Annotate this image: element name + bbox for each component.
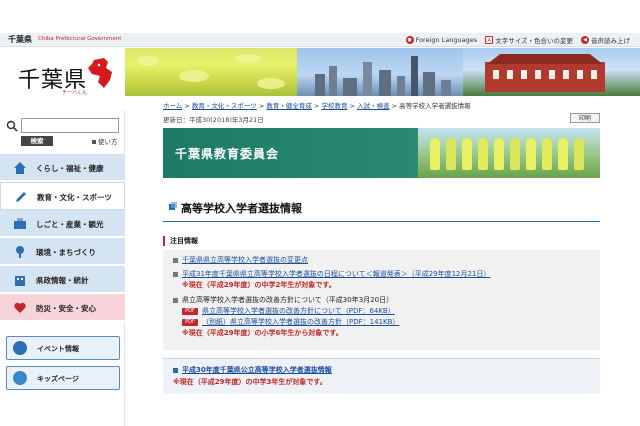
arrow-icon bbox=[173, 367, 178, 373]
nav-item-label: 環境・まちづくり bbox=[36, 248, 96, 257]
pdf-link[interactable]: （別紙）県立高等学校入学者選抜の改善方針（PDF：141KB） bbox=[202, 318, 399, 326]
item-link[interactable]: 千葉県県立高等学校入学者選抜の変更点 bbox=[182, 256, 308, 264]
bullet-icon bbox=[173, 297, 178, 303]
nav-item-education[interactable]: 教育・文化・スポーツ bbox=[0, 182, 125, 210]
pencil-icon bbox=[16, 192, 26, 202]
nav-item-safety[interactable]: 防災・安全・安心 bbox=[0, 294, 125, 322]
item-note: ※現在（平成29年度）の中学3年生が対象です。 bbox=[173, 378, 327, 386]
historic-building-image bbox=[463, 48, 640, 96]
page-title-wrap: 高等学校入学者選抜情報 bbox=[163, 196, 600, 222]
breadcrumb: ホーム > 教育・文化・スポーツ > 教育・健全育成 > 学校教育 > 入試・検… bbox=[163, 102, 471, 110]
list-item: 県立高等学校入学者選抜の改善方針について（平成30年3月20日） bbox=[173, 295, 393, 305]
title-marker-icon bbox=[169, 202, 177, 210]
pdf-icon: PDF bbox=[182, 307, 198, 315]
heart-icon bbox=[14, 302, 26, 313]
text-size-link[interactable]: A 文字サイズ・色合いの変更 bbox=[485, 35, 573, 45]
pdf-link[interactable]: 県立高等学校入学者選抜の改善方針について（PDF：64KB） bbox=[202, 307, 395, 315]
page-title: 高等学校入学者選抜情報 bbox=[181, 202, 302, 215]
events-label: イベント情報 bbox=[37, 345, 79, 353]
bullet-icon bbox=[173, 257, 178, 263]
foreign-languages-link[interactable]: ● Foreign Languages bbox=[405, 35, 477, 45]
rapeseed-field-image bbox=[125, 48, 297, 96]
pdf-icon: PDF bbox=[182, 318, 198, 326]
building-icon bbox=[15, 276, 25, 286]
nav-item-label: しごと・産業・観光 bbox=[36, 220, 104, 229]
events-button[interactable]: イベント情報 bbox=[6, 336, 120, 360]
nav-item-label: 県政情報・統計 bbox=[36, 276, 89, 285]
page: 千葉県 Chiba Prefectural Government ● Foreig… bbox=[0, 0, 640, 426]
tree-icon bbox=[16, 246, 24, 258]
item-title: 県立高等学校入学者選抜の改善方針について bbox=[182, 296, 322, 304]
search-icon bbox=[6, 120, 18, 132]
notice-heading: 注目情報 bbox=[163, 236, 198, 246]
top-bar: 千葉県 Chiba Prefectural Government ● Foreig… bbox=[0, 33, 640, 47]
breadcrumb-education[interactable]: 教育・健全育成 bbox=[266, 102, 312, 110]
top-links: ● Foreign Languages A 文字サイズ・色合いの変更 ◀ 音声読み上げ bbox=[405, 35, 630, 45]
house-icon bbox=[14, 162, 26, 174]
nav-item-label: 防災・安全・安心 bbox=[36, 304, 96, 313]
item-note: ※現在（平成29年度）の中学2年生が対象です。 bbox=[182, 281, 336, 289]
kids-label: キッズページ bbox=[37, 375, 79, 383]
breadcrumb-home[interactable]: ホーム bbox=[163, 102, 182, 110]
pdf-item: PDF 県立高等学校入学者選抜の改善方針について（PDF：64KB） bbox=[182, 306, 395, 316]
nav-item-government[interactable]: 県政情報・統計 bbox=[0, 266, 125, 294]
nav-item-environment[interactable]: 環境・まちづくり bbox=[0, 238, 125, 266]
globe-icon: ● bbox=[405, 36, 414, 44]
main-content: ホーム > 教育・文化・スポーツ > 教育・健全育成 > 学校教育 > 入試・検… bbox=[155, 96, 605, 426]
category-nav: くらし・福祉・健康 教育・文化・スポーツ しごと・産業・観光 環境・まちづくり … bbox=[0, 154, 125, 322]
city-skyline-image bbox=[297, 48, 463, 96]
updated-date: 更新日：平成30(2018)年3月21日 bbox=[163, 116, 264, 124]
nav-item-work[interactable]: しごと・産業・観光 bbox=[0, 210, 125, 238]
breadcrumb-exam[interactable]: 入試・検査 bbox=[357, 102, 390, 110]
list-item: 平成30年度千葉県公立高等学校入学者選抜情報 bbox=[173, 365, 332, 375]
usage-link[interactable]: 使い方 bbox=[92, 136, 118, 146]
board-title: 千葉県教育委員会 bbox=[175, 147, 280, 161]
briefcase-icon bbox=[14, 218, 26, 229]
nav-item-label: くらし・福祉・健康 bbox=[36, 164, 104, 173]
calendar-icon bbox=[13, 341, 27, 355]
board-banner: 千葉県教育委員会 bbox=[163, 128, 600, 178]
logo[interactable]: 千葉県 チーバくん bbox=[0, 48, 125, 110]
speech-link[interactable]: ◀ 音声読み上げ bbox=[581, 35, 630, 45]
nav-item-label: 教育・文化・スポーツ bbox=[37, 193, 112, 202]
chiba-kun-icon bbox=[88, 58, 112, 88]
list-item: 千葉県県立高等学校入学者選抜の変更点 bbox=[173, 255, 308, 265]
nav-item-life[interactable]: くらし・福祉・健康 bbox=[0, 154, 125, 182]
brand-sub: Chiba Prefectural Government bbox=[38, 36, 122, 42]
bullet-icon bbox=[173, 271, 178, 277]
search-input[interactable] bbox=[21, 118, 119, 133]
list-item: 平成31年度千葉県県立高等学校入学者選抜の日程について＜報道発表＞（平成29年度… bbox=[173, 269, 490, 279]
brand-name[interactable]: 千葉県 bbox=[8, 34, 32, 45]
breadcrumb-education-culture[interactable]: 教育・文化・スポーツ bbox=[192, 102, 257, 110]
item-link[interactable]: 平成31年度千葉県県立高等学校入学者選抜の日程について＜報道発表＞（平成29年度… bbox=[182, 270, 490, 278]
notice-box: 千葉県県立高等学校入学者選抜の変更点 平成31年度千葉県県立高等学校入学者選抜の… bbox=[163, 250, 600, 350]
pdf-item: PDF （別紙）県立高等学校入学者選抜の改善方針（PDF：141KB） bbox=[182, 317, 399, 327]
info-box: 平成30年度千葉県公立高等学校入学者選抜情報 ※現在（平成29年度）の中学3年生… bbox=[163, 358, 600, 394]
sidebar: 千葉県 チーバくん 検索 使い方 くらし・福祉・健康 教育・文化・スポーツ しご… bbox=[0, 48, 125, 426]
search-button[interactable]: 検索 bbox=[21, 136, 53, 146]
header-banner bbox=[125, 48, 640, 96]
breadcrumb-school[interactable]: 学校教育 bbox=[321, 102, 347, 110]
speaker-icon: ◀ bbox=[581, 36, 589, 44]
text-size-icon: A bbox=[485, 36, 494, 44]
item-date: （平成30年3月20日） bbox=[321, 296, 394, 304]
logo-sub: チーバくん bbox=[62, 90, 87, 96]
print-button[interactable]: 印刷 bbox=[570, 113, 600, 123]
item-link[interactable]: 平成30年度千葉県公立高等学校入学者選抜情報 bbox=[182, 366, 332, 374]
breadcrumb-current: 高等学校入学者選抜情報 bbox=[399, 102, 471, 110]
item-note: ※現在（平成29年度）の小学6年生から対象です。 bbox=[182, 329, 343, 337]
search-area: 検索 使い方 bbox=[0, 114, 125, 150]
students-photo bbox=[418, 128, 600, 178]
kids-page-button[interactable]: キッズページ bbox=[6, 366, 120, 390]
kids-icon bbox=[13, 371, 27, 385]
